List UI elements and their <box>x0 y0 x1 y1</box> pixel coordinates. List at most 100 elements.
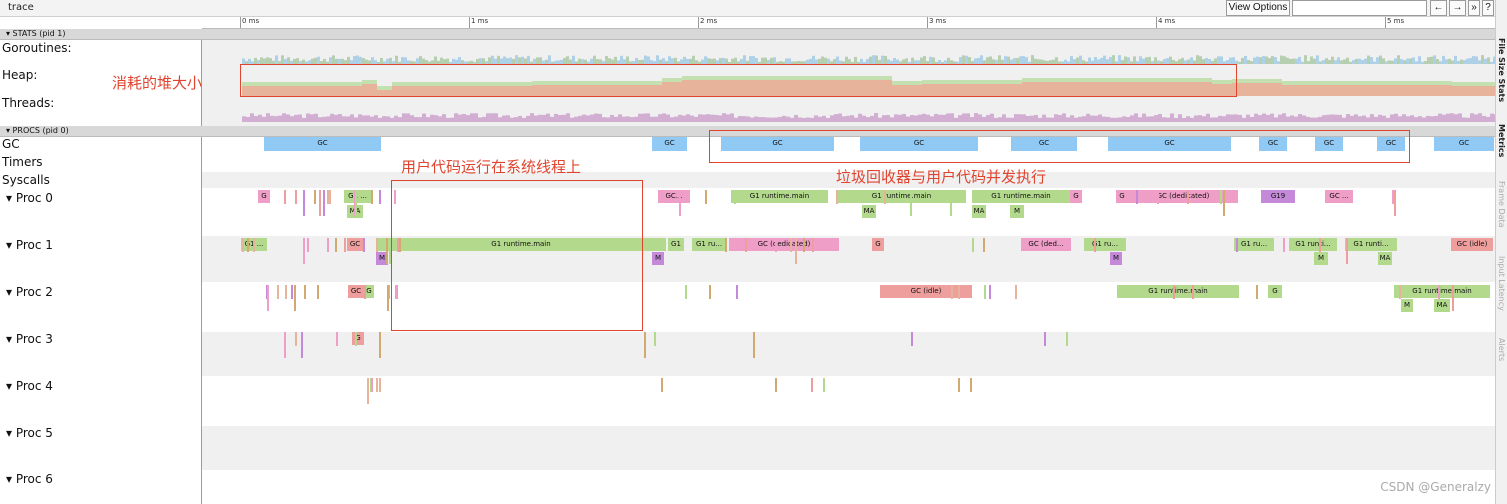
event-tick[interactable] <box>1044 332 1046 346</box>
event-tick[interactable] <box>1438 285 1440 299</box>
trace-slice[interactable]: G1 ru... <box>692 238 726 251</box>
event-tick[interactable] <box>1094 238 1096 252</box>
next-result-button[interactable]: → <box>1449 0 1466 16</box>
input-latency-tab[interactable]: Input Latency <box>1497 256 1506 311</box>
event-tick[interactable] <box>371 378 373 392</box>
trace-slice[interactable]: G1 <box>668 238 684 251</box>
event-tick[interactable] <box>644 332 646 358</box>
event-tick[interactable] <box>970 378 972 392</box>
event-tick[interactable] <box>823 378 825 392</box>
frame-data-tab[interactable]: Frame Data <box>1497 181 1506 228</box>
event-tick[interactable] <box>989 285 991 299</box>
event-tick[interactable] <box>327 238 329 252</box>
trace-slice[interactable]: GC <box>347 238 363 251</box>
event-tick[interactable] <box>307 238 309 252</box>
file-size-stats-tab[interactable]: File Size Stats <box>1497 38 1506 102</box>
proc-4-label[interactable]: ▾ Proc 4 <box>6 379 53 393</box>
event-tick[interactable] <box>363 238 365 252</box>
alerts-tab[interactable]: Alerts <box>1497 338 1506 361</box>
help-button[interactable]: ? <box>1482 0 1494 16</box>
event-tick[interactable] <box>910 190 912 216</box>
event-tick[interactable] <box>884 190 886 204</box>
expand-button[interactable]: » <box>1468 0 1480 16</box>
event-tick[interactable] <box>355 190 357 216</box>
event-tick[interactable] <box>303 238 305 264</box>
trace-slice[interactable]: G1 runti... <box>1289 238 1337 251</box>
event-tick[interactable] <box>295 332 297 346</box>
event-tick[interactable] <box>242 238 244 252</box>
event-tick[interactable] <box>1187 190 1189 204</box>
event-tick[interactable] <box>734 190 736 204</box>
event-tick[interactable] <box>327 190 329 204</box>
event-tick[interactable] <box>950 190 952 216</box>
trace-slice[interactable]: M <box>1401 299 1413 312</box>
trace-slice[interactable]: G <box>1070 190 1082 203</box>
event-tick[interactable] <box>335 238 337 252</box>
event-tick[interactable] <box>1015 285 1017 299</box>
event-tick[interactable] <box>355 332 357 346</box>
event-tick[interactable] <box>294 285 296 311</box>
event-tick[interactable] <box>1394 190 1396 216</box>
event-tick[interactable] <box>1319 238 1321 252</box>
event-tick[interactable] <box>836 190 838 204</box>
event-tick[interactable] <box>1236 238 1238 252</box>
event-tick[interactable] <box>745 238 747 252</box>
event-tick[interactable] <box>379 378 381 392</box>
event-tick[interactable] <box>267 285 269 311</box>
event-tick[interactable] <box>277 285 279 299</box>
event-tick[interactable] <box>775 238 777 252</box>
event-tick[interactable] <box>811 378 813 392</box>
event-tick[interactable] <box>685 285 687 299</box>
search-input[interactable] <box>1292 0 1427 16</box>
event-tick[interactable] <box>364 285 366 299</box>
event-tick[interactable] <box>972 238 974 252</box>
event-tick[interactable] <box>284 332 286 358</box>
proc-2-label[interactable]: ▾ Proc 2 <box>6 285 53 299</box>
prev-result-button[interactable]: ← <box>1430 0 1447 16</box>
trace-slice[interactable]: M <box>1314 252 1328 265</box>
event-tick[interactable] <box>1283 238 1285 252</box>
gc-slice[interactable]: GC <box>1434 137 1494 151</box>
event-tick[interactable] <box>1173 285 1175 299</box>
event-tick[interactable] <box>387 285 389 311</box>
event-tick[interactable] <box>654 332 656 346</box>
event-tick[interactable] <box>1223 190 1225 216</box>
gc-slice[interactable]: GC <box>652 137 687 151</box>
event-tick[interactable] <box>1392 190 1394 204</box>
trace-slice[interactable]: G <box>352 332 364 345</box>
event-tick[interactable] <box>291 285 293 299</box>
trace-slice[interactable]: G1 runtime.main <box>1394 285 1490 298</box>
event-tick[interactable] <box>736 285 738 299</box>
trace-slice[interactable]: G <box>1268 285 1282 298</box>
trace-slice[interactable]: G1 ... <box>344 190 371 203</box>
event-tick[interactable] <box>336 332 338 346</box>
proc-1-label[interactable]: ▾ Proc 1 <box>6 238 53 252</box>
time-ruler[interactable]: 0 ms 1 ms 2 ms 3 ms 4 ms 5 ms <box>202 17 1495 29</box>
trace-slice[interactable]: MA <box>1378 252 1392 265</box>
event-tick[interactable] <box>329 190 331 204</box>
event-tick[interactable] <box>285 285 287 299</box>
event-tick[interactable] <box>911 332 913 346</box>
gc-slice[interactable]: GC <box>264 137 381 151</box>
trace-slice[interactable]: G <box>1116 190 1128 203</box>
trace-slice[interactable]: MA <box>862 205 876 218</box>
event-tick[interactable] <box>1256 285 1258 299</box>
proc-0-label[interactable]: ▾ Proc 0 <box>6 191 53 205</box>
event-tick[interactable] <box>1346 238 1348 264</box>
event-tick[interactable] <box>803 238 805 252</box>
trace-slice[interactable]: G1 runtime.main <box>731 190 828 203</box>
trace-slice[interactable]: M <box>1010 205 1024 218</box>
trace-slice[interactable]: MA <box>1434 299 1450 312</box>
trace-slice[interactable]: GC ... <box>1325 190 1353 203</box>
event-tick[interactable] <box>812 238 814 252</box>
event-tick[interactable] <box>317 285 319 299</box>
event-tick[interactable] <box>958 285 960 299</box>
trace-slice[interactable]: GC <box>348 285 364 298</box>
event-tick[interactable] <box>371 190 373 204</box>
event-tick[interactable] <box>314 190 316 204</box>
event-tick[interactable] <box>319 190 321 216</box>
trace-slice[interactable]: G19 <box>1261 190 1295 203</box>
view-options-button[interactable]: View Options <box>1226 0 1290 16</box>
event-tick[interactable] <box>253 238 255 252</box>
event-tick[interactable] <box>1220 190 1222 204</box>
